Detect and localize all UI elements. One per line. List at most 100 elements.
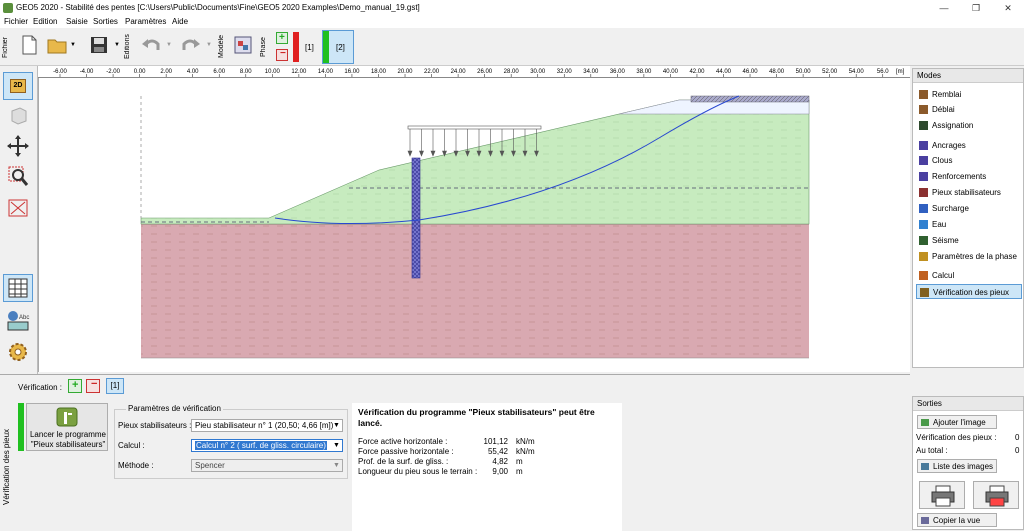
- phase-1-tab[interactable]: [1]: [305, 43, 314, 52]
- mode-item-paramètres-de-la-phase[interactable]: Paramètres de la phase: [916, 249, 1022, 264]
- zoom-button[interactable]: [3, 162, 33, 190]
- add-verification-button[interactable]: +: [68, 379, 82, 393]
- ruler-tick-label: -6.00: [53, 69, 67, 75]
- ruler-tick-label: 44.00: [716, 69, 732, 75]
- result-label: Force active horizontale :: [358, 437, 448, 446]
- phase-color-strip: [18, 403, 24, 451]
- gear-icon: [9, 343, 27, 361]
- table-view-button[interactable]: [3, 274, 33, 302]
- print-button[interactable]: [919, 481, 965, 509]
- ruler-tick-label: 38.00: [636, 69, 652, 75]
- outputs-panel: Sorties Ajouter l'image Vérification des…: [912, 396, 1024, 530]
- mode-item-pieux-stabilisateurs[interactable]: Pieux stabilisateurs: [916, 185, 1022, 200]
- outputs-header: Sorties: [913, 397, 1023, 411]
- verif-count-label: Vérification des pieux :: [916, 433, 997, 442]
- open-folder-icon[interactable]: [46, 34, 68, 56]
- ruler-tick-label: 32.00: [557, 69, 573, 75]
- mode-item-calcul[interactable]: Calcul: [916, 268, 1022, 283]
- redo-icon[interactable]: [180, 34, 202, 56]
- mode-item-label: Séisme: [932, 236, 959, 245]
- result-value: 9,00: [492, 467, 508, 476]
- mode-icon: [919, 188, 928, 197]
- ruler-tick-label: 48.00: [769, 69, 785, 75]
- ruler-tick-label: 46.00: [743, 69, 759, 75]
- ruler-tick-label: 18.00: [371, 69, 387, 75]
- list-images-button[interactable]: Liste des images: [917, 459, 997, 473]
- mode-icon: [919, 172, 928, 181]
- add-image-button[interactable]: Ajouter l'image: [917, 415, 997, 429]
- stabilizing-pile[interactable]: [411, 157, 421, 279]
- ruler-tick-label: 50.00: [796, 69, 812, 75]
- left-toolbar: 2D Abc: [0, 66, 38, 374]
- menu-aide[interactable]: Aide: [172, 17, 188, 26]
- pan-button[interactable]: [3, 132, 33, 160]
- mode-item-séisme[interactable]: Séisme: [916, 233, 1022, 248]
- menu-sorties[interactable]: Sorties: [93, 17, 118, 26]
- app-icon: [3, 3, 13, 13]
- remove-verification-button[interactable]: −: [86, 378, 100, 393]
- phase-2-tab-selected[interactable]: [2]: [322, 30, 354, 64]
- mode-item-vérification-des-pieux[interactable]: Vérification des pieux: [916, 284, 1022, 299]
- pieux-select[interactable]: Pieu stabilisateur n° 1 (20,50; 4,66 [m]…: [191, 419, 343, 432]
- model-icon[interactable]: [232, 34, 254, 56]
- mode-icon: [920, 288, 929, 297]
- pieux-label: Pieux stabilisateurs :: [118, 421, 192, 430]
- verification-tab-1[interactable]: [1]: [106, 378, 124, 394]
- mode-item-label: Clous: [932, 156, 953, 165]
- undo-icon[interactable]: [140, 34, 162, 56]
- zoom-extents-icon: [8, 199, 28, 217]
- view-2d-button[interactable]: 2D: [3, 72, 33, 100]
- mode-item-ancrages[interactable]: Ancrages: [916, 138, 1022, 153]
- methode-select-value: Spencer: [195, 461, 225, 470]
- add-image-label: Ajouter l'image: [933, 418, 986, 427]
- mode-icon: [919, 252, 928, 261]
- print-pdf-button[interactable]: [973, 481, 1019, 509]
- view-3d-button[interactable]: [3, 102, 33, 130]
- settings-button[interactable]: [3, 338, 33, 366]
- close-button[interactable]: ✕: [992, 0, 1024, 16]
- launch-program-button[interactable]: Lancer le programme "Pieux stabilisateur…: [26, 403, 108, 451]
- mode-item-déblai[interactable]: Déblai: [916, 102, 1022, 117]
- add-phase-button[interactable]: +: [276, 32, 288, 44]
- maximize-button[interactable]: ❐: [960, 0, 992, 16]
- mode-icon: [919, 156, 928, 165]
- result-value: 55,42: [487, 447, 508, 456]
- zoom-extents-button[interactable]: [3, 194, 33, 222]
- ruler-tick-label: 34.00: [583, 69, 599, 75]
- mode-item-remblai[interactable]: Remblai: [916, 87, 1022, 102]
- ruler-tick-label: 28.00: [504, 69, 520, 75]
- lower-soil-layer: [141, 224, 809, 358]
- mode-item-assignation[interactable]: Assignation: [916, 118, 1022, 133]
- styles-icon: Abc: [7, 311, 29, 331]
- mode-item-clous[interactable]: Clous: [916, 153, 1022, 168]
- minimize-button[interactable]: —: [928, 0, 960, 16]
- upper-soil-layer: [140, 99, 810, 225]
- remove-phase-button[interactable]: −: [276, 48, 288, 61]
- redo-dropdown-icon[interactable]: ▼: [206, 42, 212, 48]
- ruler-tick-label: 40.00: [663, 69, 679, 75]
- phase-1-color: [293, 32, 299, 62]
- mode-item-eau[interactable]: Eau: [916, 217, 1022, 232]
- results-heading: Vérification du programme "Pieux stabili…: [358, 407, 595, 428]
- open-dropdown-icon[interactable]: ▼: [70, 42, 76, 48]
- new-file-icon[interactable]: [18, 34, 40, 56]
- mode-item-renforcements[interactable]: Renforcements: [916, 169, 1022, 184]
- save-dropdown-icon[interactable]: ▼: [114, 42, 120, 48]
- mode-icon: [919, 121, 928, 130]
- mode-item-label: Vérification des pieux: [933, 288, 1010, 297]
- calcul-select[interactable]: Calcul n° 2 ( surf. de gliss. circulaire…: [191, 439, 343, 452]
- menu-edition[interactable]: Edition: [33, 17, 57, 26]
- save-icon[interactable]: [88, 34, 110, 56]
- model-canvas[interactable]: [38, 78, 910, 372]
- undo-dropdown-icon[interactable]: ▼: [166, 42, 172, 48]
- styles-button[interactable]: Abc: [3, 306, 33, 334]
- methode-select[interactable]: Spencer ▼: [191, 459, 343, 472]
- menu-parametres[interactable]: Paramètres: [125, 17, 166, 26]
- menu-fichier[interactable]: Fichier: [4, 17, 28, 26]
- menu-saisie[interactable]: Saisie: [66, 17, 88, 26]
- verification-bar: Vérification : + − [1]: [12, 377, 908, 397]
- ruler-tick-label: 8.00: [240, 69, 252, 75]
- mode-item-surcharge[interactable]: Surcharge: [916, 201, 1022, 216]
- copy-view-button[interactable]: Copier la vue: [917, 513, 997, 527]
- calcul-label: Calcul :: [118, 441, 145, 450]
